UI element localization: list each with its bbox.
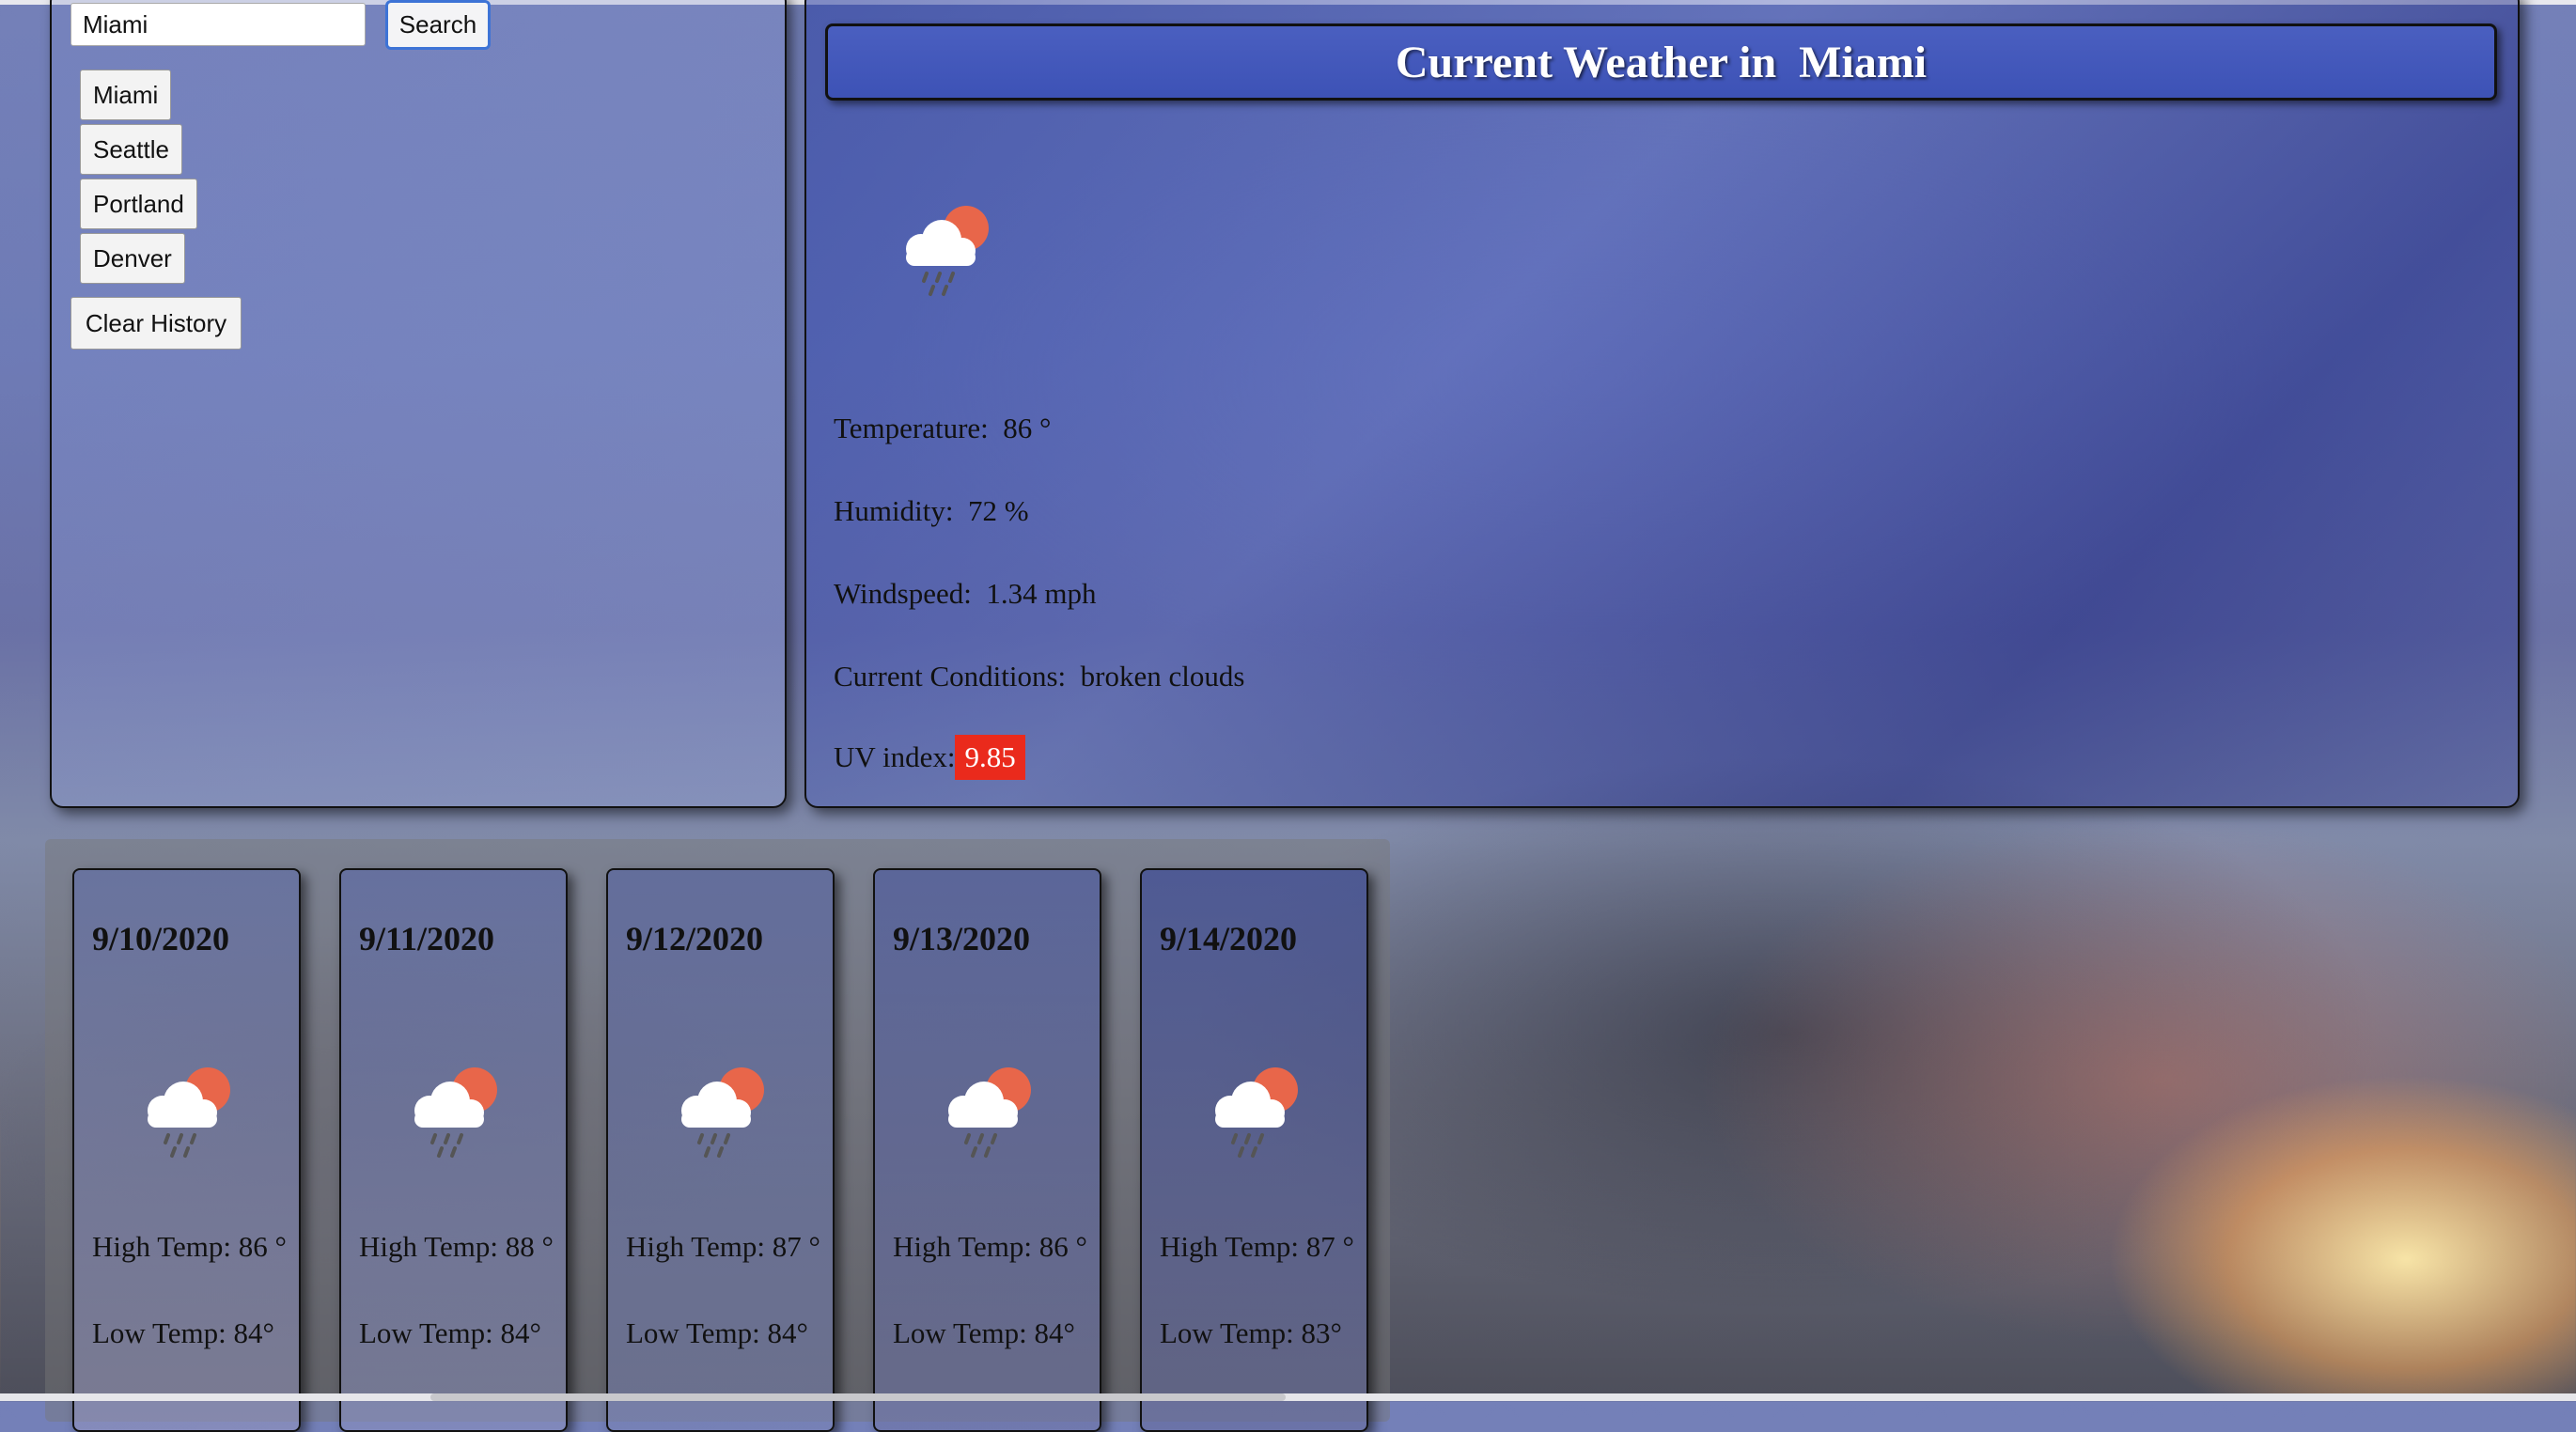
uv-index-row: UV index: 9.85	[834, 735, 1025, 780]
history-city-denver-button[interactable]: Denver	[80, 233, 185, 284]
conditions-value: broken clouds	[1080, 660, 1245, 693]
page-title: Current Weather in Miami	[1395, 37, 1928, 87]
forecast-high-temp: High Temp: 87 °	[1160, 1230, 1354, 1263]
humidity-label: Humidity:	[834, 494, 954, 527]
horizontal-scrollbar-thumb[interactable]	[430, 1393, 1286, 1401]
clear-history-button[interactable]: Clear History	[70, 297, 242, 350]
history-city-seattle-button[interactable]: Seattle	[80, 124, 182, 175]
forecast-low-temp: Low Temp: 84°	[626, 1316, 808, 1349]
forecast-high-temp: High Temp: 86 °	[893, 1230, 1087, 1263]
horizontal-scrollbar-track[interactable]	[0, 1393, 2576, 1401]
forecast-card-4: 9/13/2020 High Temp: 86 ° Low Temp: 84°	[873, 868, 1101, 1432]
cloud-sun-rain-icon	[414, 1067, 497, 1158]
cloud-sun-rain-icon	[906, 206, 989, 296]
cloud-sun-rain-icon	[948, 1067, 1031, 1158]
cloud-sun-rain-icon	[1215, 1067, 1298, 1158]
uv-index-badge: 9.85	[955, 735, 1025, 780]
conditions-label: Current Conditions:	[834, 660, 1067, 693]
history-city-miami-button[interactable]: Miami	[80, 70, 172, 120]
forecast-card-2: 9/11/2020 High Temp: 88 ° Low Temp: 84°	[339, 868, 568, 1432]
search-panel	[50, 0, 787, 808]
cloud-sun-rain-icon	[681, 1067, 764, 1158]
city-search-input[interactable]	[70, 3, 366, 46]
forecast-date: 9/14/2020	[1160, 920, 1298, 957]
windspeed-value: 1.34 mph	[986, 577, 1097, 610]
forecast-card-3: 9/12/2020 High Temp: 87 ° Low Temp: 84°	[606, 868, 835, 1432]
forecast-date: 9/13/2020	[893, 920, 1031, 957]
forecast-low-temp: Low Temp: 84°	[893, 1316, 1075, 1349]
temperature-label: Temperature:	[834, 412, 989, 444]
forecast-date: 9/12/2020	[626, 920, 764, 957]
forecast-high-temp: High Temp: 86 °	[92, 1230, 287, 1263]
cloud-sun-rain-icon	[148, 1067, 230, 1158]
forecast-high-temp: High Temp: 87 °	[626, 1230, 820, 1263]
current-weather-header: Current Weather in Miami	[825, 23, 2497, 101]
history-city-portland-button[interactable]: Portland	[80, 179, 197, 229]
humidity-value: 72 %	[967, 494, 1029, 527]
forecast-low-temp: Low Temp: 84°	[92, 1316, 274, 1349]
humidity-row: Humidity: 72 %	[834, 494, 1029, 528]
forecast-card-1: 9/10/2020 High Temp: 86 ° Low Temp: 84°	[72, 868, 301, 1432]
forecast-high-temp: High Temp: 88 °	[359, 1230, 554, 1263]
forecast-date: 9/11/2020	[359, 920, 495, 957]
forecast-date: 9/10/2020	[92, 920, 230, 957]
temperature-row: Temperature: 86 °	[834, 412, 1051, 445]
search-button[interactable]: Search	[385, 0, 491, 50]
forecast-low-temp: Low Temp: 83°	[1160, 1316, 1342, 1349]
forecast-card-5: 9/14/2020 High Temp: 87 ° Low Temp: 83°	[1140, 868, 1368, 1432]
uv-index-label: UV index:	[834, 740, 956, 773]
forecast-low-temp: Low Temp: 84°	[359, 1316, 541, 1349]
windspeed-label: Windspeed:	[834, 577, 972, 610]
conditions-row: Current Conditions: broken clouds	[834, 660, 1244, 693]
temperature-value: 86 °	[1003, 412, 1052, 444]
windspeed-row: Windspeed: 1.34 mph	[834, 577, 1096, 611]
